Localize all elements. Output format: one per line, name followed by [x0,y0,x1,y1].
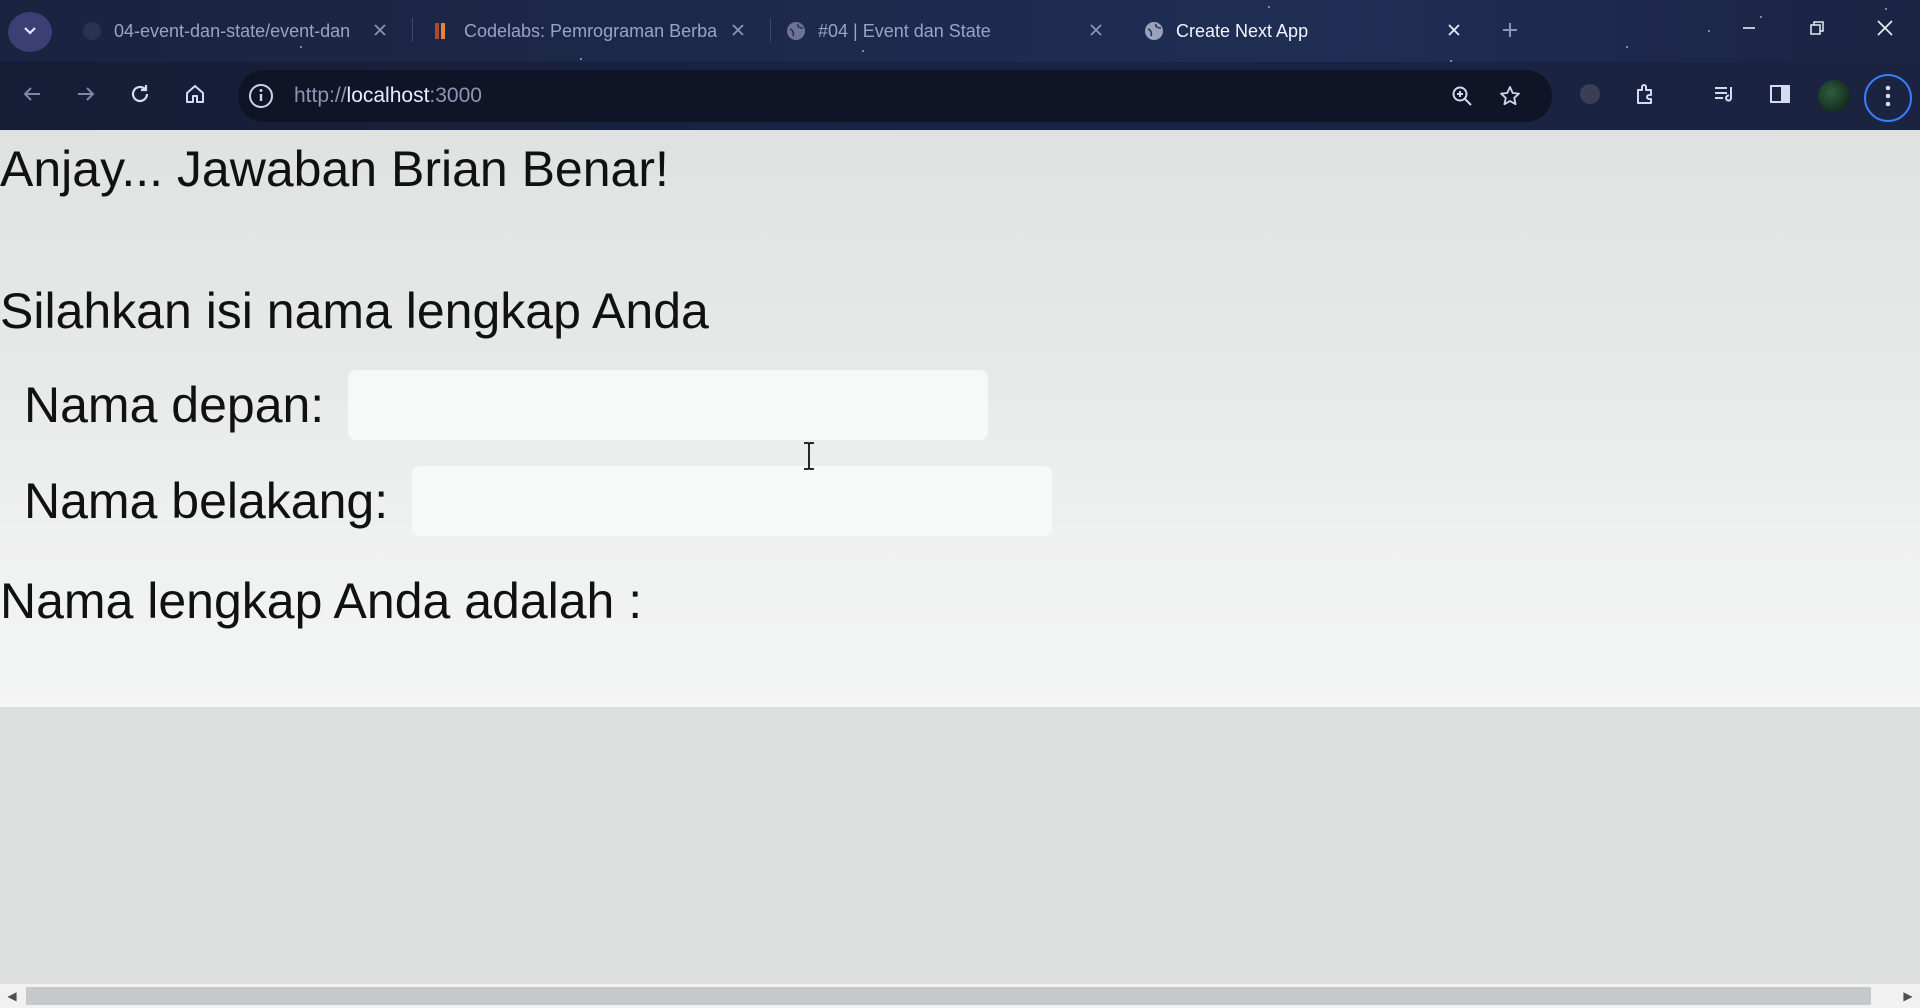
close-icon [1876,19,1894,42]
restore-icon [1809,20,1825,41]
reload-icon [129,83,151,110]
extensions-button[interactable] [1626,76,1666,116]
tab-title: Create Next App [1176,20,1309,41]
queue-music-icon [1712,82,1736,111]
page-empty-area [0,707,1920,984]
scroll-left-arrow-icon[interactable]: ◀ [4,988,20,1004]
globe-icon [786,21,806,41]
site-info-icon[interactable] [246,81,276,111]
scroll-right-arrow-icon[interactable]: ▶ [1900,988,1916,1004]
home-icon [184,83,206,110]
tab-event-dan-state[interactable]: #04 | Event dan State [786,8,1108,54]
chevron-down-icon [22,22,38,43]
page-viewport: Anjay... Jawaban Brian Benar! Silahkan i… [0,130,1920,984]
tab-create-next-app[interactable]: Create Next App [1144,8,1466,54]
tab-codelabs[interactable]: Codelabs: Pemrograman Berba [432,8,750,54]
reload-button[interactable] [120,76,160,116]
url-text[interactable]: http://localhost:3000 [294,84,482,108]
github-icon [82,21,102,41]
plus-icon [1501,15,1519,46]
codelabs-icon [432,21,452,41]
first-name-row: Nama depan: [24,370,989,440]
minimize-icon [1741,20,1757,41]
back-button[interactable] [12,76,52,116]
close-icon[interactable] [368,18,392,42]
chrome-menu-button[interactable] [1864,74,1912,122]
tab-search-button[interactable] [8,12,52,52]
more-vertical-icon [1885,85,1891,112]
globe-icon [1144,21,1164,41]
zoom-icon[interactable] [1444,78,1480,114]
new-tab-button[interactable] [1496,16,1524,44]
side-panel-icon [1768,82,1792,111]
browser-toolbar: http://localhost:3000 [0,62,1920,130]
tab-title: 04-event-dan-state/event-dan [114,20,351,41]
arrow-right-icon [75,83,97,110]
close-icon[interactable] [1442,18,1466,42]
avatar [1818,80,1850,112]
extension-circle-button[interactable] [1570,76,1610,116]
bookmark-star-icon[interactable] [1492,78,1528,114]
last-name-input[interactable] [412,466,1053,536]
tab-event-dan-state-github[interactable]: 04-event-dan-state/event-dan [82,8,392,54]
horizontal-scrollbar[interactable]: ◀ ▶ [0,984,1920,1008]
profile-button[interactable] [1814,76,1854,116]
last-name-label: Nama belakang: [24,473,389,529]
tab-title: #04 | Event dan State [818,20,991,41]
restore-button[interactable] [1792,10,1842,50]
extension-circle-icon [1578,82,1602,111]
prompt-heading: Silahkan isi nama lengkap Anda [0,283,709,339]
close-window-button[interactable] [1860,10,1910,50]
close-icon[interactable] [726,18,750,42]
last-name-row: Nama belakang: [24,466,1053,536]
close-icon[interactable] [1084,18,1108,42]
home-button[interactable] [175,76,215,116]
scrollbar-thumb[interactable] [26,987,1871,1005]
tab-title: Codelabs: Pemrograman Berba [464,20,718,41]
first-name-input[interactable] [348,370,989,440]
result-heading: Anjay... Jawaban Brian Benar! [0,141,669,197]
forward-button[interactable] [66,76,106,116]
full-name-output: Nama lengkap Anda adalah : [0,573,643,629]
side-panel-button[interactable] [1760,76,1800,116]
puzzle-icon [1634,82,1658,111]
text-cursor-icon [802,442,816,475]
minimize-button[interactable] [1724,10,1774,50]
media-controls-button[interactable] [1704,76,1744,116]
address-bar[interactable]: http://localhost:3000 [238,70,1552,122]
first-name-label: Nama depan: [24,377,325,433]
tab-strip: 04-event-dan-state/event-dan Codelabs: P… [0,0,1920,62]
page-content: Anjay... Jawaban Brian Benar! Silahkan i… [0,130,1920,707]
arrow-left-icon [21,83,43,110]
